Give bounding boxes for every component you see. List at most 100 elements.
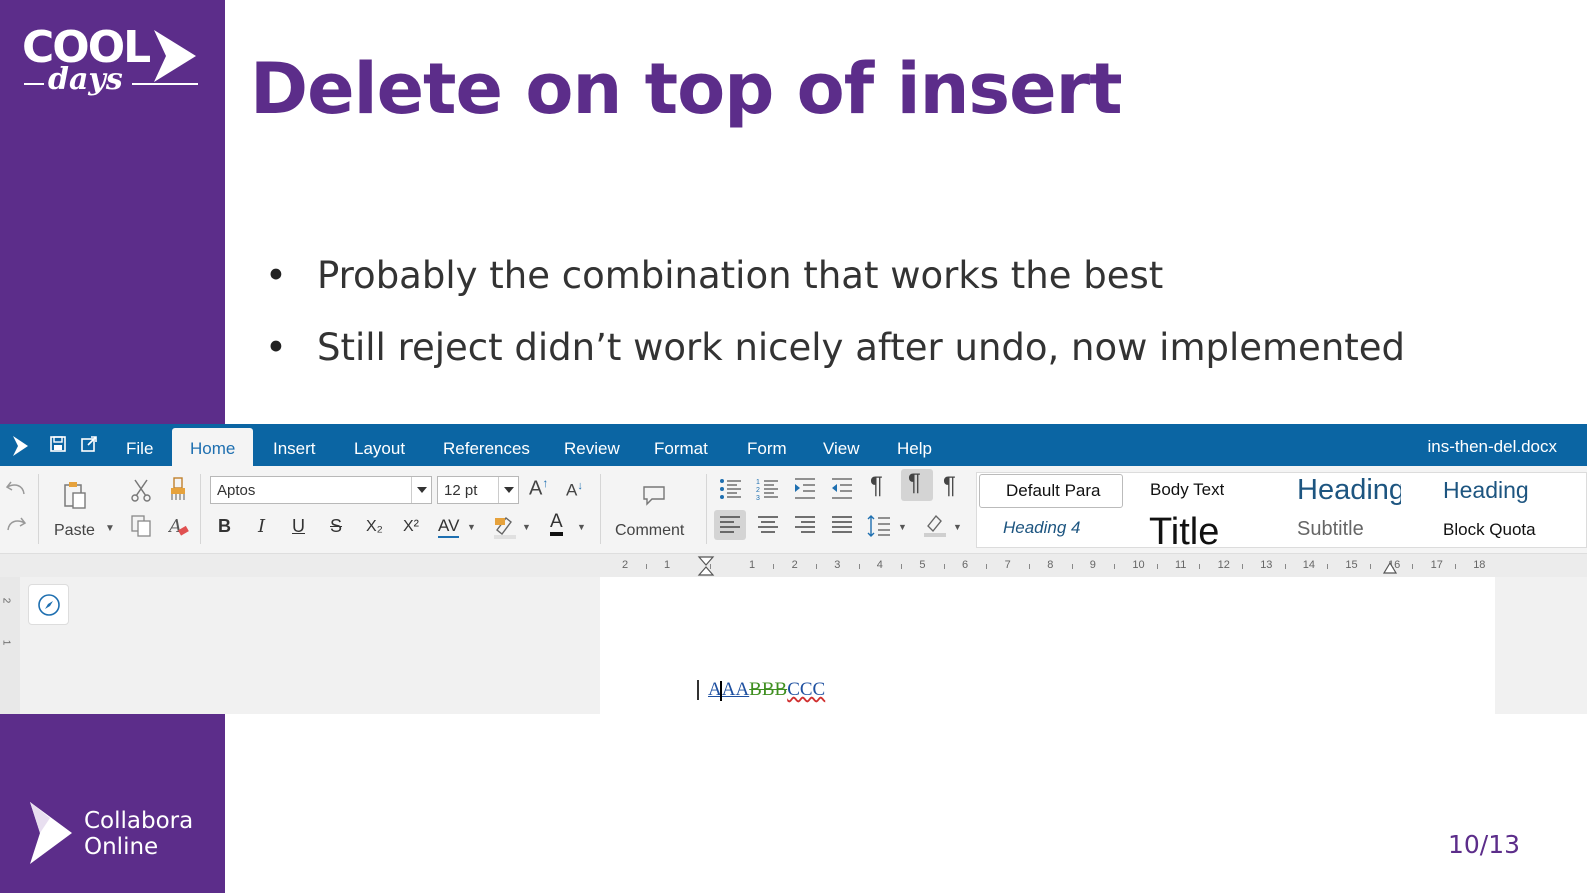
- left-indent-marker-icon[interactable]: [697, 556, 715, 576]
- vertical-ruler[interactable]: 2 1: [0, 577, 20, 714]
- change-bar: [697, 680, 699, 700]
- toolbar-separator: [200, 474, 201, 544]
- svg-text:1: 1: [756, 479, 760, 486]
- paste-icon[interactable]: [62, 480, 88, 510]
- paste-label[interactable]: Paste: [54, 522, 95, 540]
- ruler-number: 13: [1260, 559, 1273, 571]
- font-size-select[interactable]: 12 pt: [437, 476, 519, 504]
- bold-button[interactable]: B: [218, 516, 231, 537]
- ruler-number: 8: [1047, 559, 1054, 571]
- style-subtitle[interactable]: Subtitle: [1297, 518, 1364, 541]
- ruler-tick: [1241, 564, 1243, 569]
- ruler-number: 9: [1089, 559, 1096, 571]
- menu-insert[interactable]: Insert: [273, 439, 316, 459]
- comment-label[interactable]: Comment: [615, 522, 684, 540]
- bullet-list: Probably the combination that works the …: [265, 254, 1405, 398]
- ruler-tick: [1454, 564, 1456, 569]
- ruler-number: 12: [1217, 559, 1230, 571]
- slide-page-number: 10/13: [1448, 830, 1521, 859]
- cool-days-logo: COOL days: [20, 22, 205, 104]
- font-color-dropdown-arrow-icon[interactable]: ▼: [577, 522, 586, 532]
- navigator-button[interactable]: [28, 584, 69, 625]
- ruler-number: 5: [919, 559, 926, 571]
- increase-indent-icon[interactable]: [793, 476, 817, 502]
- clone-formatting-icon[interactable]: [168, 476, 188, 502]
- line-spacing-dropdown-arrow-icon[interactable]: ▼: [898, 522, 907, 532]
- remaining-text: CCC: [787, 679, 826, 700]
- logo-dash-left: [24, 83, 44, 85]
- menu-view[interactable]: View: [823, 439, 860, 459]
- font-name-dropdown-icon[interactable]: [411, 477, 431, 503]
- paragraph-background-icon[interactable]: [922, 512, 948, 538]
- clear-formatting-icon[interactable]: A: [168, 514, 190, 538]
- style-heading-4[interactable]: Heading 4: [1003, 518, 1081, 538]
- strikethrough-button[interactable]: S: [330, 516, 342, 537]
- justify-icon[interactable]: [830, 514, 854, 536]
- font-name-value: Aptos: [217, 482, 256, 499]
- align-center-icon[interactable]: [756, 514, 780, 536]
- highlight-color-icon[interactable]: [492, 514, 518, 540]
- menu-references[interactable]: References: [443, 439, 530, 459]
- menu-review[interactable]: Review: [564, 439, 620, 459]
- collabora-logo-line1: Collabora: [84, 808, 194, 834]
- ruler-number: 2: [791, 559, 798, 571]
- right-indent-marker-icon[interactable]: [1382, 560, 1398, 574]
- menu-help[interactable]: Help: [897, 439, 932, 459]
- compass-icon: [38, 594, 60, 616]
- highlight-dropdown-arrow-icon[interactable]: ▼: [522, 522, 531, 532]
- vruler-number: 2: [0, 597, 12, 604]
- comment-icon[interactable]: [641, 484, 667, 508]
- copy-icon[interactable]: [130, 514, 152, 538]
- style-heading-2[interactable]: Heading: [1443, 477, 1529, 504]
- italic-button[interactable]: I: [258, 516, 265, 537]
- logo-chevron-icon: [154, 30, 196, 82]
- undo-icon[interactable]: [5, 478, 27, 498]
- menu-form[interactable]: Form: [747, 439, 787, 459]
- paragraph-background-dropdown-arrow-icon[interactable]: ▼: [953, 522, 962, 532]
- underline-button[interactable]: U: [292, 516, 305, 537]
- paste-dropdown-arrow-icon[interactable]: ▼: [105, 523, 115, 534]
- ruler-tick: [943, 564, 945, 569]
- font-size-dropdown-icon[interactable]: [498, 477, 518, 503]
- toolbar-separator: [600, 474, 601, 544]
- font-color-button[interactable]: A: [550, 512, 563, 536]
- superscript-button[interactable]: X²: [403, 518, 419, 536]
- ruler-tick: [1071, 564, 1073, 569]
- document-text[interactable]: AAABBBCCC: [708, 679, 825, 701]
- menu-format[interactable]: Format: [654, 439, 708, 459]
- ruler-tick: [1156, 564, 1158, 569]
- align-right-icon[interactable]: [793, 514, 817, 536]
- align-left-icon[interactable]: [714, 510, 746, 540]
- menu-layout[interactable]: Layout: [354, 439, 405, 459]
- decrease-indent-icon[interactable]: [830, 476, 854, 502]
- right-to-left-icon[interactable]: ¶: [943, 472, 956, 500]
- shrink-font-icon[interactable]: A↓: [566, 480, 583, 501]
- style-default-paragraph[interactable]: Default Para: [979, 474, 1123, 508]
- cut-icon[interactable]: [130, 478, 152, 502]
- line-spacing-icon[interactable]: [866, 514, 892, 538]
- style-heading-1[interactable]: Heading: [1297, 474, 1401, 507]
- subscript-button[interactable]: X₂: [366, 518, 383, 536]
- style-block-quotation[interactable]: Block Quota: [1443, 520, 1547, 540]
- inserted-text: AAA: [708, 679, 750, 700]
- horizontal-ruler[interactable]: 2 1 1 2 3 4 5 6 7 8 9 10 11 12 13 14 15 16 17 18: [0, 554, 1587, 577]
- save-icon[interactable]: [49, 435, 67, 453]
- open-in-new-window-icon[interactable]: [80, 435, 98, 453]
- bullet-list-icon[interactable]: [719, 476, 743, 502]
- ruler-tick: [858, 564, 860, 569]
- redo-icon[interactable]: [5, 514, 27, 534]
- collabora-app-icon[interactable]: [10, 435, 30, 457]
- left-to-right-icon[interactable]: ¶: [901, 469, 933, 501]
- font-name-select[interactable]: Aptos: [210, 476, 432, 504]
- style-title[interactable]: Title: [1149, 511, 1219, 547]
- grow-font-icon[interactable]: A↑: [529, 476, 548, 501]
- numbered-list-icon[interactable]: 123: [756, 476, 780, 502]
- menu-file[interactable]: File: [126, 439, 153, 459]
- ruler-tick: [1327, 564, 1329, 569]
- spacing-dropdown-arrow-icon[interactable]: ▼: [467, 522, 476, 532]
- character-spacing-button[interactable]: AV: [438, 516, 460, 538]
- style-body-text[interactable]: Body Text: [1150, 480, 1224, 500]
- menubar: File Home Insert Layout References Revie…: [0, 424, 1587, 466]
- menu-home[interactable]: Home: [172, 428, 254, 466]
- formatting-marks-icon[interactable]: ¶: [870, 472, 883, 500]
